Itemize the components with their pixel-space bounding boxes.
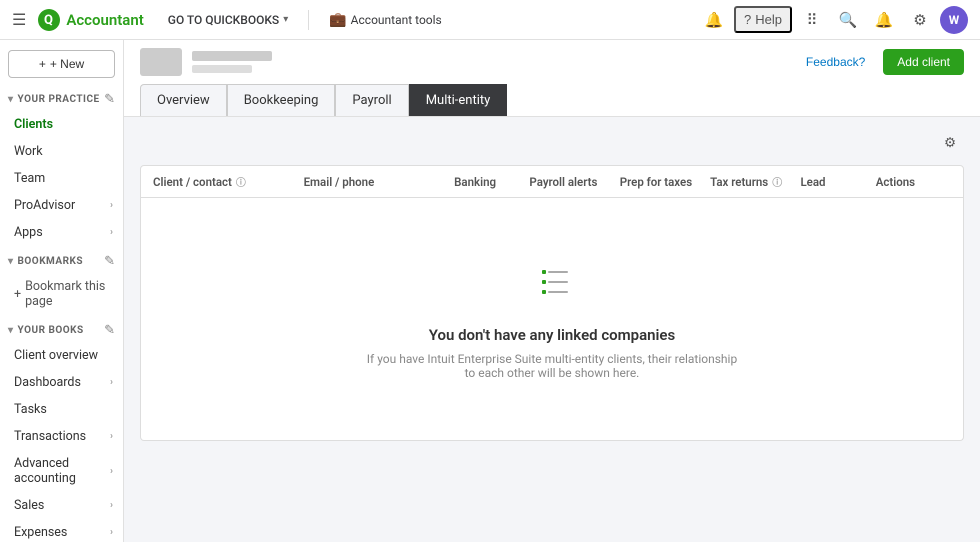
sidebar-item-tasks[interactable]: Tasks <box>0 396 123 423</box>
sidebar-item-dashboards[interactable]: Dashboards › <box>0 369 123 396</box>
col-contact: Client / contact ⓘ <box>153 174 304 189</box>
sidebar-item-work[interactable]: Work <box>0 138 123 165</box>
sidebar-item-team[interactable]: Team <box>0 165 123 192</box>
chevron-right-icon: › <box>110 466 113 477</box>
goto-quickbooks-button[interactable]: GO TO QUICKBOOKS ▾ <box>160 9 296 31</box>
chevron-right-icon: › <box>110 500 113 511</box>
settings-button[interactable]: ⚙ <box>904 4 936 36</box>
new-button-label: + New <box>50 57 84 71</box>
search-button[interactable]: 🔍 <box>832 4 864 36</box>
col-email: Email / phone <box>304 175 455 189</box>
sidebar-item-advanced-accounting[interactable]: Advanced accounting › <box>0 450 123 492</box>
col-tax-returns: Tax returns ⓘ <box>710 174 800 189</box>
nav-divider <box>308 10 309 30</box>
empty-state: You don't have any linked companies If y… <box>140 198 964 441</box>
your-books-section-header: ▾ YOUR BOOKS ✎ <box>0 315 123 342</box>
sidebar-item-proadvisor[interactable]: ProAdvisor › <box>0 192 123 219</box>
goto-chevron-icon: ▾ <box>283 14 288 25</box>
user-avatar[interactable]: W <box>940 6 968 34</box>
empty-state-title: You don't have any linked companies <box>429 326 675 344</box>
tab-multientity[interactable]: Multi-entity <box>409 84 508 116</box>
nav-right-area: 🔔 ? Help ⠿ 🔍 🔔 ⚙ W <box>698 4 968 36</box>
alert-button[interactable]: 🔔 <box>868 4 900 36</box>
apps-grid-button[interactable]: ⠿ <box>796 4 828 36</box>
sidebar-item-transactions[interactable]: Transactions › <box>0 423 123 450</box>
your-books-title: ▾ YOUR BOOKS <box>8 325 84 336</box>
main-content: Feedback? Add client Overview Bookkeepin… <box>124 40 980 542</box>
client-name-placeholder <box>192 51 272 61</box>
tab-bookkeeping[interactable]: Bookkeeping <box>227 84 336 116</box>
help-button[interactable]: ? Help <box>734 6 792 33</box>
your-practice-section-header: ▾ YOUR PRACTICE ✎ <box>0 84 123 111</box>
col-tax-info-icon[interactable]: ⓘ <box>772 174 782 189</box>
sidebar-item-sales[interactable]: Sales › <box>0 492 123 519</box>
chevron-right-icon: › <box>110 227 113 238</box>
bookmarks-title: ▾ BOOKMARKS <box>8 256 83 267</box>
client-name-block <box>192 51 272 73</box>
sidebar: + + New ▾ YOUR PRACTICE ✎ Clients Work T… <box>0 40 124 542</box>
sidebar-item-expenses[interactable]: Expenses › <box>0 519 123 542</box>
col-lead: Lead <box>800 175 875 189</box>
hamburger-menu[interactable]: ☰ <box>12 10 26 29</box>
bookmarks-edit-icon[interactable]: ✎ <box>104 254 115 269</box>
svg-text:Q: Q <box>44 13 53 28</box>
logo-area: Q Accountant <box>38 9 143 31</box>
table-settings-button[interactable]: ⚙ <box>936 129 964 157</box>
client-info <box>140 48 272 76</box>
bookmark-this-page-item[interactable]: + Bookmark this page <box>0 273 123 315</box>
tab-bar: Overview Bookkeeping Payroll Multi-entit… <box>140 84 964 116</box>
table-header-row: ⚙ <box>140 129 964 157</box>
client-header-top: Feedback? Add client <box>140 48 964 76</box>
new-button-container: + + New <box>0 40 123 84</box>
chevron-right-icon: › <box>110 431 113 442</box>
accountant-tools-button[interactable]: 💼 Accountant tools <box>321 8 450 32</box>
notifications-bell-button[interactable]: 🔔 <box>698 4 730 36</box>
briefcase-icon: 💼 <box>329 12 346 28</box>
table-area: ⚙ Client / contact ⓘ Email / phone Banki… <box>124 117 980 453</box>
gear-icon: ⚙ <box>944 135 956 151</box>
accountant-tools-label: Accountant tools <box>351 13 442 27</box>
tab-payroll[interactable]: Payroll <box>335 84 408 116</box>
client-header: Feedback? Add client Overview Bookkeepin… <box>124 40 980 117</box>
new-button[interactable]: + + New <box>8 50 115 78</box>
logo-text: Accountant <box>66 11 143 29</box>
chevron-right-icon: › <box>110 527 113 538</box>
chevron-right-icon: › <box>110 200 113 211</box>
plus-icon: + <box>39 57 46 71</box>
client-sub-placeholder <box>192 65 252 73</box>
client-logo-placeholder <box>140 48 182 76</box>
top-navigation: ☰ Q Accountant GO TO QUICKBOOKS ▾ 💼 Acco… <box>0 0 980 40</box>
bookmarks-section-header: ▾ BOOKMARKS ✎ <box>0 246 123 273</box>
empty-state-icon <box>528 258 576 310</box>
tab-overview[interactable]: Overview <box>140 84 227 116</box>
col-contact-info-icon[interactable]: ⓘ <box>236 174 246 189</box>
col-actions: Actions <box>876 175 951 189</box>
col-prep-taxes: Prep for taxes <box>620 175 710 189</box>
sidebar-item-clients[interactable]: Clients <box>0 111 123 138</box>
help-label: Help <box>755 12 782 27</box>
sidebar-item-apps[interactable]: Apps › <box>0 219 123 246</box>
your-practice-title: ▾ YOUR PRACTICE <box>8 94 100 105</box>
main-layout: + + New ▾ YOUR PRACTICE ✎ Clients Work T… <box>0 40 980 542</box>
feedback-button[interactable]: Feedback? <box>798 51 873 73</box>
your-practice-edit-icon[interactable]: ✎ <box>104 92 115 107</box>
quickbooks-logo: Q <box>38 9 60 31</box>
add-client-button[interactable]: Add client <box>883 49 964 75</box>
col-banking: Banking <box>454 175 529 189</box>
empty-state-description: If you have Intuit Enterprise Suite mult… <box>362 352 742 380</box>
sidebar-item-client-overview[interactable]: Client overview <box>0 342 123 369</box>
table-columns: Client / contact ⓘ Email / phone Banking… <box>140 165 964 198</box>
goto-quickbooks-label: GO TO QUICKBOOKS <box>168 13 279 27</box>
header-actions: Feedback? Add client <box>798 49 964 75</box>
your-books-edit-icon[interactable]: ✎ <box>104 323 115 338</box>
chevron-right-icon: › <box>110 377 113 388</box>
help-icon: ? <box>744 12 751 27</box>
col-payroll-alerts: Payroll alerts <box>529 175 619 189</box>
plus-icon: + <box>14 287 21 302</box>
